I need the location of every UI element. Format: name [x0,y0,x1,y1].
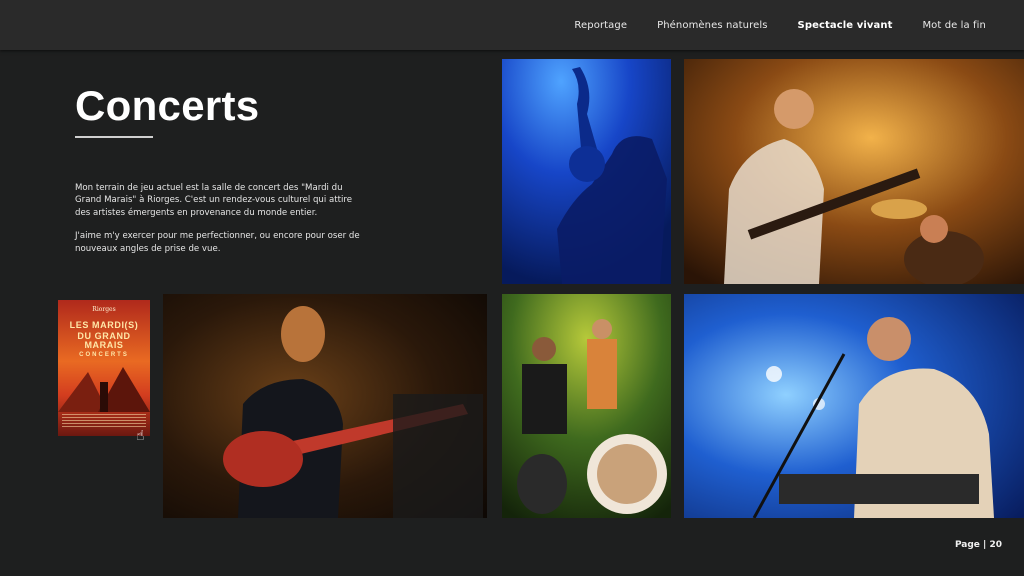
page-description: Mon terrain de jeu actuel est la salle d… [75,182,360,266]
page-title: Concerts [75,82,260,129]
poster-logo: Riorges [92,306,116,313]
top-navigation-bar: Reportage Phénomènes naturels Spectacle … [0,0,1024,50]
photo-bassist[interactable] [163,294,487,518]
nav-item-mot-de-la-fin[interactable]: Mot de la fin [922,20,986,31]
page-number: Page | 20 [954,540,1002,550]
photo-singer-keyboard[interactable] [684,294,1024,518]
poster-illustration [58,367,150,412]
photo-band-warm[interactable] [684,59,1024,284]
poster-title-line-1: LES MARDI(S) [69,320,139,330]
poster-subtitle: CONCERTS [79,352,129,358]
poster-title-line-3: MARAIS [84,340,124,350]
description-paragraph-1: Mon terrain de jeu actuel est la salle d… [75,183,353,218]
nav-item-reportage[interactable]: Reportage [574,20,627,31]
photo-drummer-green[interactable] [502,294,671,518]
concert-poster-thumbnail[interactable]: Riorges LES MARDI(S) DU GRAND MARAIS CON… [58,300,150,436]
title-underline [75,136,153,138]
pointer-hand-icon: ☝ [136,428,145,444]
nav-item-phenomenes-naturels[interactable]: Phénomènes naturels [657,20,767,31]
description-paragraph-2: J'aime m'y exercer pour me perfectionner… [75,231,360,254]
nav-item-spectacle-vivant[interactable]: Spectacle vivant [798,20,893,31]
photo-singer-blue[interactable] [502,59,671,284]
main-nav: Reportage Phénomènes naturels Spectacle … [574,0,986,50]
poster-fine-print [62,414,146,428]
